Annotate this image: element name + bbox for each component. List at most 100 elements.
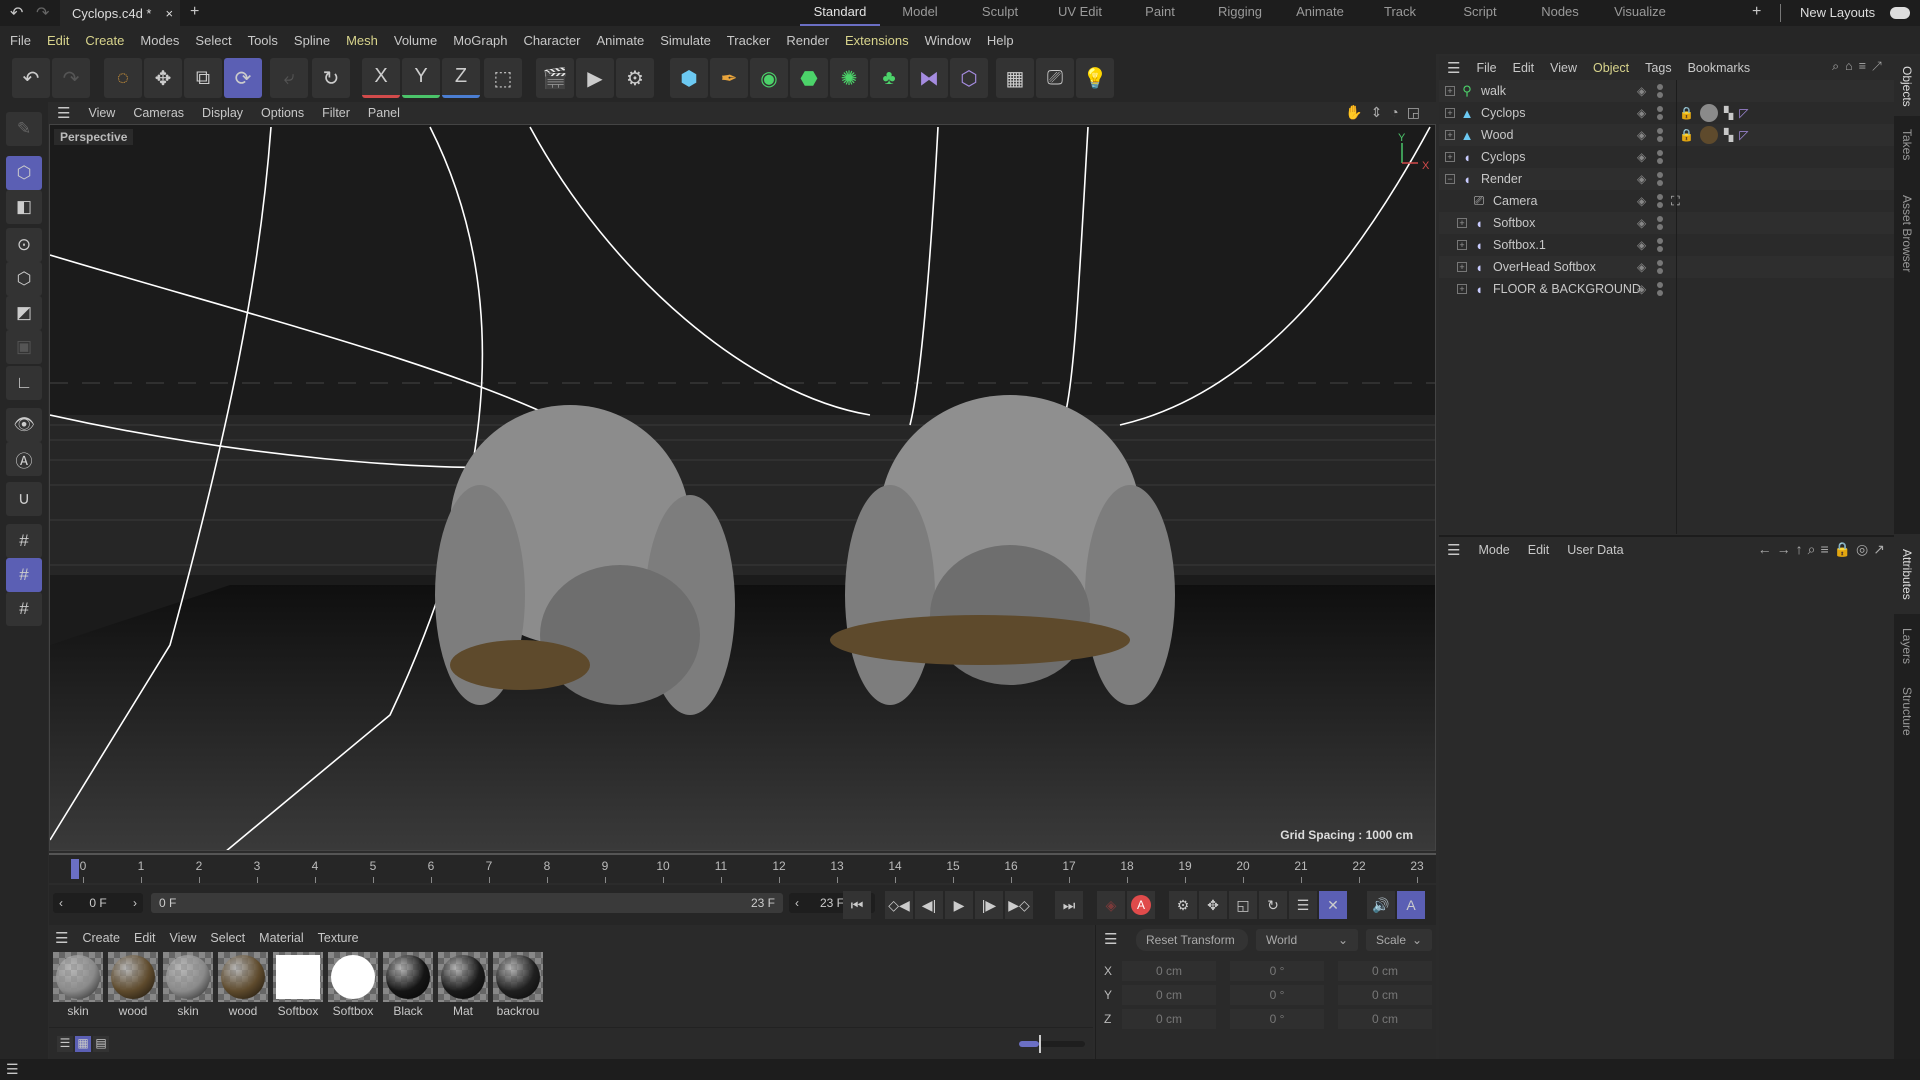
object-row[interactable]: ⎚Camera◈⛶ [1439, 190, 1894, 212]
new-layouts-toggle[interactable] [1890, 7, 1910, 19]
menu-extensions[interactable]: Extensions [845, 33, 909, 48]
status-menu-icon[interactable]: ☰ [6, 1061, 19, 1078]
slider-handle[interactable] [1039, 1035, 1041, 1053]
render-settings-icon[interactable]: ⚙ [616, 58, 654, 98]
object-name[interactable]: Softbox [1493, 216, 1535, 230]
protection-tag-icon[interactable]: 🔒 [1679, 128, 1694, 142]
mograph-icon[interactable]: ♣ [870, 58, 908, 98]
go-to-start-button[interactable]: ⏮ [843, 891, 871, 919]
viewport-menu-panel[interactable]: Panel [368, 106, 400, 120]
material-swatch[interactable]: wood [108, 952, 158, 1018]
close-tab-icon[interactable]: × [165, 6, 173, 21]
undo-button[interactable]: ↶ [12, 58, 50, 98]
model-mode-icon[interactable]: ⬡ [6, 156, 42, 190]
expand-toggle[interactable]: + [1457, 218, 1467, 228]
lock-x-axis-button[interactable]: X [362, 58, 400, 98]
auto-workplane-icon[interactable]: # [6, 592, 42, 626]
visibility-dots[interactable] [1657, 194, 1663, 208]
object-name[interactable]: OverHead Softbox [1493, 260, 1596, 274]
expand-toggle[interactable]: + [1457, 262, 1467, 272]
rot-y-field[interactable]: 0 ° [1230, 985, 1324, 1005]
object-menu-tags[interactable]: Tags [1645, 61, 1671, 75]
camera-icon[interactable]: ⎚ [1036, 58, 1074, 98]
cube-icon[interactable]: ⬢ [670, 58, 708, 98]
document-tab[interactable]: Cyclops.c4d * × [60, 0, 180, 26]
scale-y-field[interactable]: 0 cm [1338, 985, 1432, 1005]
viewport-menu-options[interactable]: Options [261, 106, 304, 120]
object-row[interactable]: + ⚲ walk ◈ [1439, 80, 1894, 102]
key-position-button[interactable]: ✥ [1199, 891, 1227, 919]
visibility-dots[interactable] [1657, 84, 1663, 98]
menu-simulate[interactable]: Simulate [660, 33, 711, 48]
thumbnail-size-slider[interactable] [1019, 1035, 1085, 1053]
next-frame-button[interactable]: |▶ [975, 891, 1003, 919]
menu-tracker[interactable]: Tracker [727, 33, 771, 48]
key-pla-button[interactable]: ✕ [1319, 891, 1347, 919]
object-menu-bookmarks[interactable]: Bookmarks [1688, 61, 1751, 75]
menu-mograph[interactable]: MoGraph [453, 33, 507, 48]
attribute-menu-mode[interactable]: Mode [1478, 543, 1509, 557]
add-layout-button[interactable]: + [1752, 3, 1761, 21]
coordinate-space-dropdown[interactable]: World ⌄ [1256, 929, 1358, 951]
reset-transform-button[interactable]: Reset Transform [1136, 929, 1248, 951]
rot-z-field[interactable]: 0 ° [1230, 1009, 1324, 1029]
scale-icon[interactable]: ⧉ [184, 58, 222, 98]
uv-mode-icon[interactable]: ▣ [6, 330, 42, 364]
layer-icon[interactable]: ◈ [1637, 128, 1646, 142]
layout-tab-sculpt[interactable]: Sculpt [960, 0, 1040, 26]
phong-tag-icon[interactable]: ◸ [1739, 128, 1748, 142]
tab-layers[interactable]: Layers [1894, 618, 1920, 674]
object-menu-view[interactable]: View [1550, 61, 1577, 75]
material-menu-view[interactable]: View [170, 931, 197, 945]
object-row[interactable]: + ◖ Softbox.1 ◈ [1439, 234, 1894, 256]
extrude-icon[interactable]: ⬣ [790, 58, 828, 98]
edges-mode-icon[interactable]: ⬡ [6, 262, 42, 296]
3d-viewport[interactable]: Y X Perspective Grid Spacing : 1000 cm [49, 124, 1436, 851]
locked-workplane-icon[interactable]: # [6, 558, 42, 592]
key-rotation-button[interactable]: ↻ [1259, 891, 1287, 919]
axis-mode-icon[interactable]: ∟ [6, 366, 42, 400]
material-swatch[interactable]: wood [218, 952, 268, 1018]
layout-tab-paint[interactable]: Paint [1120, 0, 1200, 26]
expand-toggle[interactable]: − [1445, 174, 1455, 184]
menu-spline[interactable]: Spline [294, 33, 330, 48]
menu-window[interactable]: Window [925, 33, 971, 48]
layout-tab-animate[interactable]: Animate [1280, 0, 1360, 26]
menu-help[interactable]: Help [987, 33, 1014, 48]
layer-icon[interactable]: ◈ [1637, 260, 1646, 274]
material-tag-icon[interactable] [1699, 104, 1718, 122]
previous-key-button[interactable]: ◇◀ [885, 891, 913, 919]
animation-mode-button[interactable]: A [1397, 891, 1425, 919]
deformer-icon[interactable]: ⧓ [910, 58, 948, 98]
menu-tools[interactable]: Tools [248, 33, 278, 48]
decrement-icon[interactable]: ‹ [59, 896, 63, 910]
object-row[interactable]: + ◖ OverHead Softbox ◈ [1439, 256, 1894, 278]
pos-y-field[interactable]: 0 cm [1122, 985, 1216, 1005]
object-name[interactable]: FLOOR & BACKGROUND [1493, 282, 1641, 296]
visibility-dots[interactable] [1657, 238, 1663, 252]
expand-toggle[interactable]: + [1445, 108, 1455, 118]
layout-tab-standard[interactable]: Standard [800, 0, 880, 26]
transform-icon[interactable]: ↻ [312, 58, 350, 98]
visibility-dots[interactable] [1657, 216, 1663, 230]
next-key-button[interactable]: ▶◇ [1005, 891, 1033, 919]
menu-volume[interactable]: Volume [394, 33, 437, 48]
layout-tab-rigging[interactable]: Rigging [1200, 0, 1280, 26]
menu-file[interactable]: File [10, 33, 31, 48]
viewport-menu-cameras[interactable]: Cameras [133, 106, 184, 120]
layout-tab-model[interactable]: Model [880, 0, 960, 26]
coordinate-system-icon[interactable]: ⬚ [484, 58, 522, 98]
expand-toggle[interactable]: + [1457, 240, 1467, 250]
object-row[interactable]: + ◖ FLOOR & BACKGROUND ◈ [1439, 278, 1894, 300]
viewport-hamburger-icon[interactable]: ☰ [57, 104, 70, 122]
rot-x-field[interactable]: 0 ° [1230, 961, 1324, 981]
material-swatch[interactable]: skin [53, 952, 103, 1018]
layer-icon[interactable]: ◈ [1637, 282, 1646, 296]
layer-icon[interactable]: ◈ [1637, 238, 1646, 252]
coord-hamburger-icon[interactable]: ☰ [1104, 930, 1117, 948]
transform-mode-dropdown[interactable]: Scale ⌄ [1366, 929, 1432, 951]
floor-grid-icon[interactable]: ▦ [996, 58, 1034, 98]
object-row[interactable]: − ◖ Render ◈ [1439, 168, 1894, 190]
viewport-navigation-icons[interactable]: ✋⇕◔◲ [1345, 104, 1428, 121]
tab-attributes[interactable]: Attributes [1894, 534, 1920, 614]
